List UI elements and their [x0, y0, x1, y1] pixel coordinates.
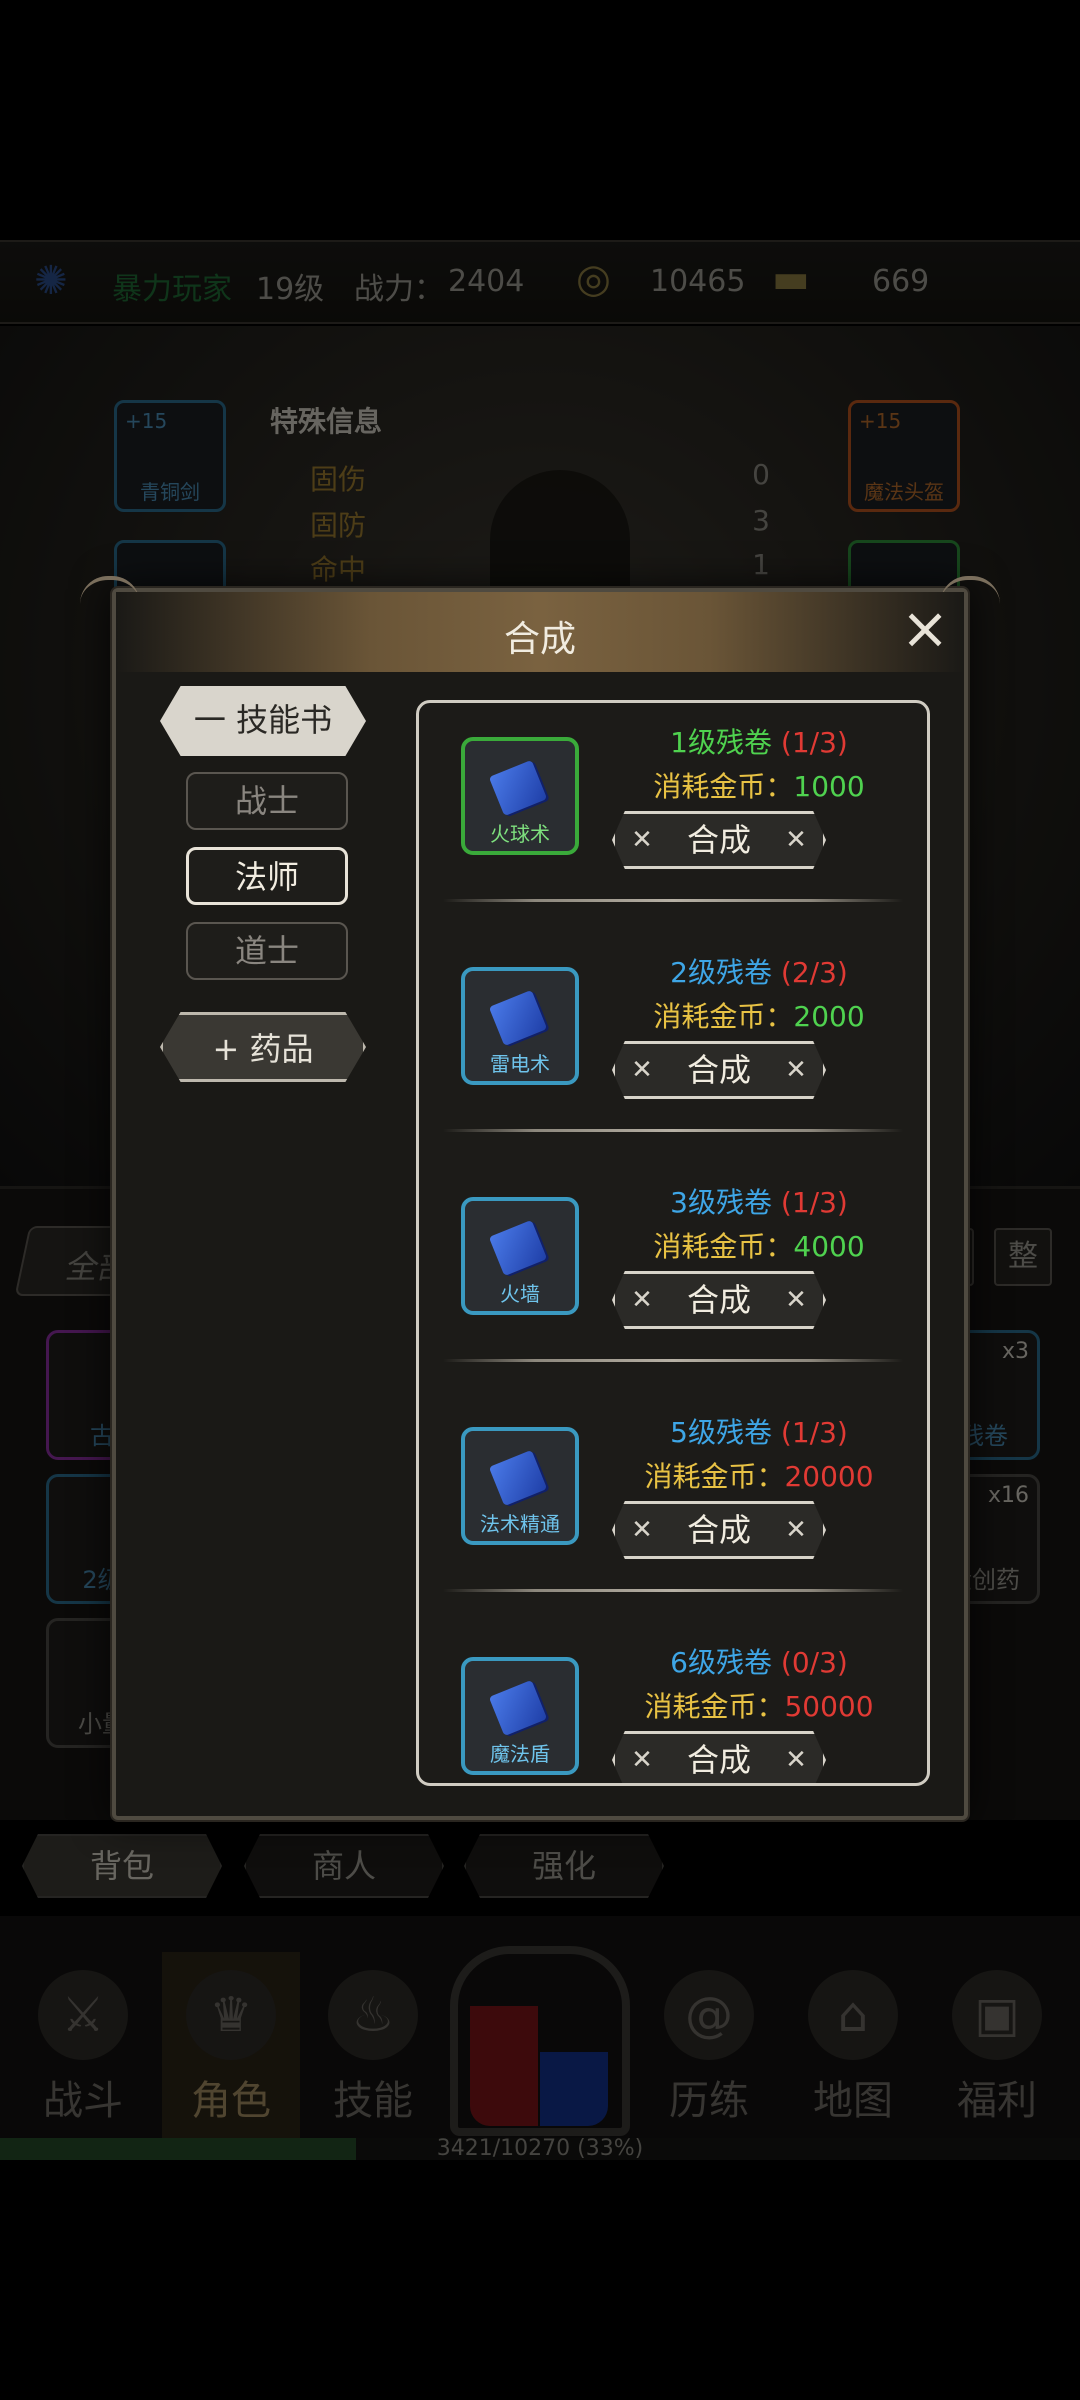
merge-right-ornament-icon: ✕	[785, 825, 807, 855]
recipe-title-line: 1级残卷 (1/3)	[569, 721, 927, 761]
skill-book-icon	[488, 989, 548, 1047]
recipe-title: 6级残卷	[670, 1646, 772, 1679]
recipe-title-line: 5级残卷 (1/3)	[569, 1411, 927, 1451]
skill-book-name: 法术精通	[480, 1512, 560, 1536]
skill-book-name: 火墙	[500, 1282, 540, 1306]
skill-book-icon	[488, 759, 548, 817]
recipe-progress: (1/3)	[780, 1186, 848, 1219]
merge-left-ornament-icon: ✕	[631, 1055, 653, 1085]
recipe-row: 火球术 1级残卷 (1/3) 消耗金币：1000 ✕ 合成 ✕	[419, 703, 927, 933]
recipe-cost-line: 消耗金币：50000	[569, 1685, 927, 1725]
recipe-progress: (1/3)	[780, 726, 848, 759]
merge-left-ornament-icon: ✕	[631, 1745, 653, 1775]
recipe-progress: (0/3)	[780, 1646, 848, 1679]
skill-book-name: 雷电术	[490, 1052, 550, 1076]
synthesis-dialog: 合成 × 一 技能书 战士 法师 道士 + 药品 火球术 1级残卷 (1/3) …	[80, 576, 1000, 1820]
cost-label: 消耗金币：	[644, 1690, 785, 1723]
subcategory-mage[interactable]: 法师	[186, 847, 348, 905]
cost-label: 消耗金币：	[653, 770, 794, 803]
recipe-progress: (1/3)	[780, 1416, 848, 1449]
merge-button-label: 合成	[686, 1511, 751, 1549]
close-icon[interactable]: ×	[892, 596, 958, 662]
recipe-title-line: 6级残卷 (0/3)	[569, 1641, 927, 1681]
merge-left-ornament-icon: ✕	[631, 825, 653, 855]
recipe-title: 3级残卷	[670, 1186, 772, 1219]
skill-book-name: 火球术	[490, 822, 550, 846]
cost-label: 消耗金币：	[653, 1230, 794, 1263]
cost-value: 20000	[784, 1460, 874, 1493]
skill-book-item[interactable]: 雷电术	[461, 967, 579, 1085]
cost-value: 1000	[793, 770, 865, 803]
merge-button-label: 合成	[686, 821, 751, 859]
cost-value: 2000	[793, 1000, 865, 1033]
recipe-row: 雷电术 2级残卷 (2/3) 消耗金币：2000 ✕ 合成 ✕	[419, 933, 927, 1163]
recipe-title-line: 2级残卷 (2/3)	[569, 951, 927, 991]
cost-label: 消耗金币：	[644, 1460, 785, 1493]
skill-book-item[interactable]: 火球术	[461, 737, 579, 855]
cost-value: 50000	[784, 1690, 874, 1723]
recipe-progress: (2/3)	[780, 956, 848, 989]
cost-label: 消耗金币：	[653, 1000, 794, 1033]
skill-book-item[interactable]: 法术精通	[461, 1427, 579, 1545]
subcategory-warrior[interactable]: 战士	[186, 772, 348, 830]
recipe-cost-line: 消耗金币：1000	[569, 765, 927, 805]
merge-button[interactable]: ✕ 合成 ✕	[612, 811, 826, 869]
merge-button[interactable]: ✕ 合成 ✕	[612, 1041, 826, 1099]
merge-button[interactable]: ✕ 合成 ✕	[612, 1731, 826, 1783]
skill-book-icon	[488, 1449, 548, 1507]
row-divider	[443, 1589, 903, 1592]
dialog-title: 合成	[503, 619, 576, 660]
recipe-title: 2级残卷	[670, 956, 772, 989]
row-divider	[443, 899, 903, 902]
merge-button[interactable]: ✕ 合成 ✕	[612, 1501, 826, 1559]
recipe-title-line: 3级残卷 (1/3)	[569, 1181, 927, 1221]
skill-book-item[interactable]: 魔法盾	[461, 1657, 579, 1775]
recipe-cost-line: 消耗金币：4000	[569, 1225, 927, 1265]
skill-book-item[interactable]: 火墙	[461, 1197, 579, 1315]
recipe-title: 5级残卷	[670, 1416, 772, 1449]
merge-button-label: 合成	[686, 1051, 751, 1089]
merge-right-ornament-icon: ✕	[785, 1285, 807, 1315]
recipe-row: 火墙 3级残卷 (1/3) 消耗金币：4000 ✕ 合成 ✕	[419, 1163, 927, 1393]
category-skill-books[interactable]: 一 技能书	[160, 686, 366, 756]
merge-left-ornament-icon: ✕	[631, 1515, 653, 1545]
merge-button[interactable]: ✕ 合成 ✕	[612, 1271, 826, 1329]
merge-left-ornament-icon: ✕	[631, 1285, 653, 1315]
subcategory-taoist[interactable]: 道士	[186, 922, 348, 980]
category-potions[interactable]: + 药品	[160, 1012, 366, 1082]
recipe-title: 1级残卷	[670, 726, 772, 759]
recipe-row: 法术精通 5级残卷 (1/3) 消耗金币：20000 ✕ 合成 ✕	[419, 1393, 927, 1623]
skill-book-icon	[488, 1219, 548, 1277]
merge-right-ornament-icon: ✕	[785, 1515, 807, 1545]
merge-button-label: 合成	[686, 1281, 751, 1319]
skill-book-icon	[488, 1679, 548, 1737]
recipe-list[interactable]: 火球术 1级残卷 (1/3) 消耗金币：1000 ✕ 合成 ✕ 雷电术 2级残卷	[416, 700, 930, 1786]
merge-right-ornament-icon: ✕	[785, 1055, 807, 1085]
cost-value: 4000	[793, 1230, 865, 1263]
recipe-row: 魔法盾 6级残卷 (0/3) 消耗金币：50000 ✕ 合成 ✕	[419, 1623, 927, 1783]
recipe-cost-line: 消耗金币：2000	[569, 995, 927, 1035]
dialog-header: 合成 ×	[116, 592, 964, 672]
skill-book-name: 魔法盾	[490, 1742, 550, 1766]
recipe-cost-line: 消耗金币：20000	[569, 1455, 927, 1495]
merge-right-ornament-icon: ✕	[785, 1745, 807, 1775]
row-divider	[443, 1359, 903, 1362]
row-divider	[443, 1129, 903, 1132]
merge-button-label: 合成	[686, 1741, 751, 1779]
